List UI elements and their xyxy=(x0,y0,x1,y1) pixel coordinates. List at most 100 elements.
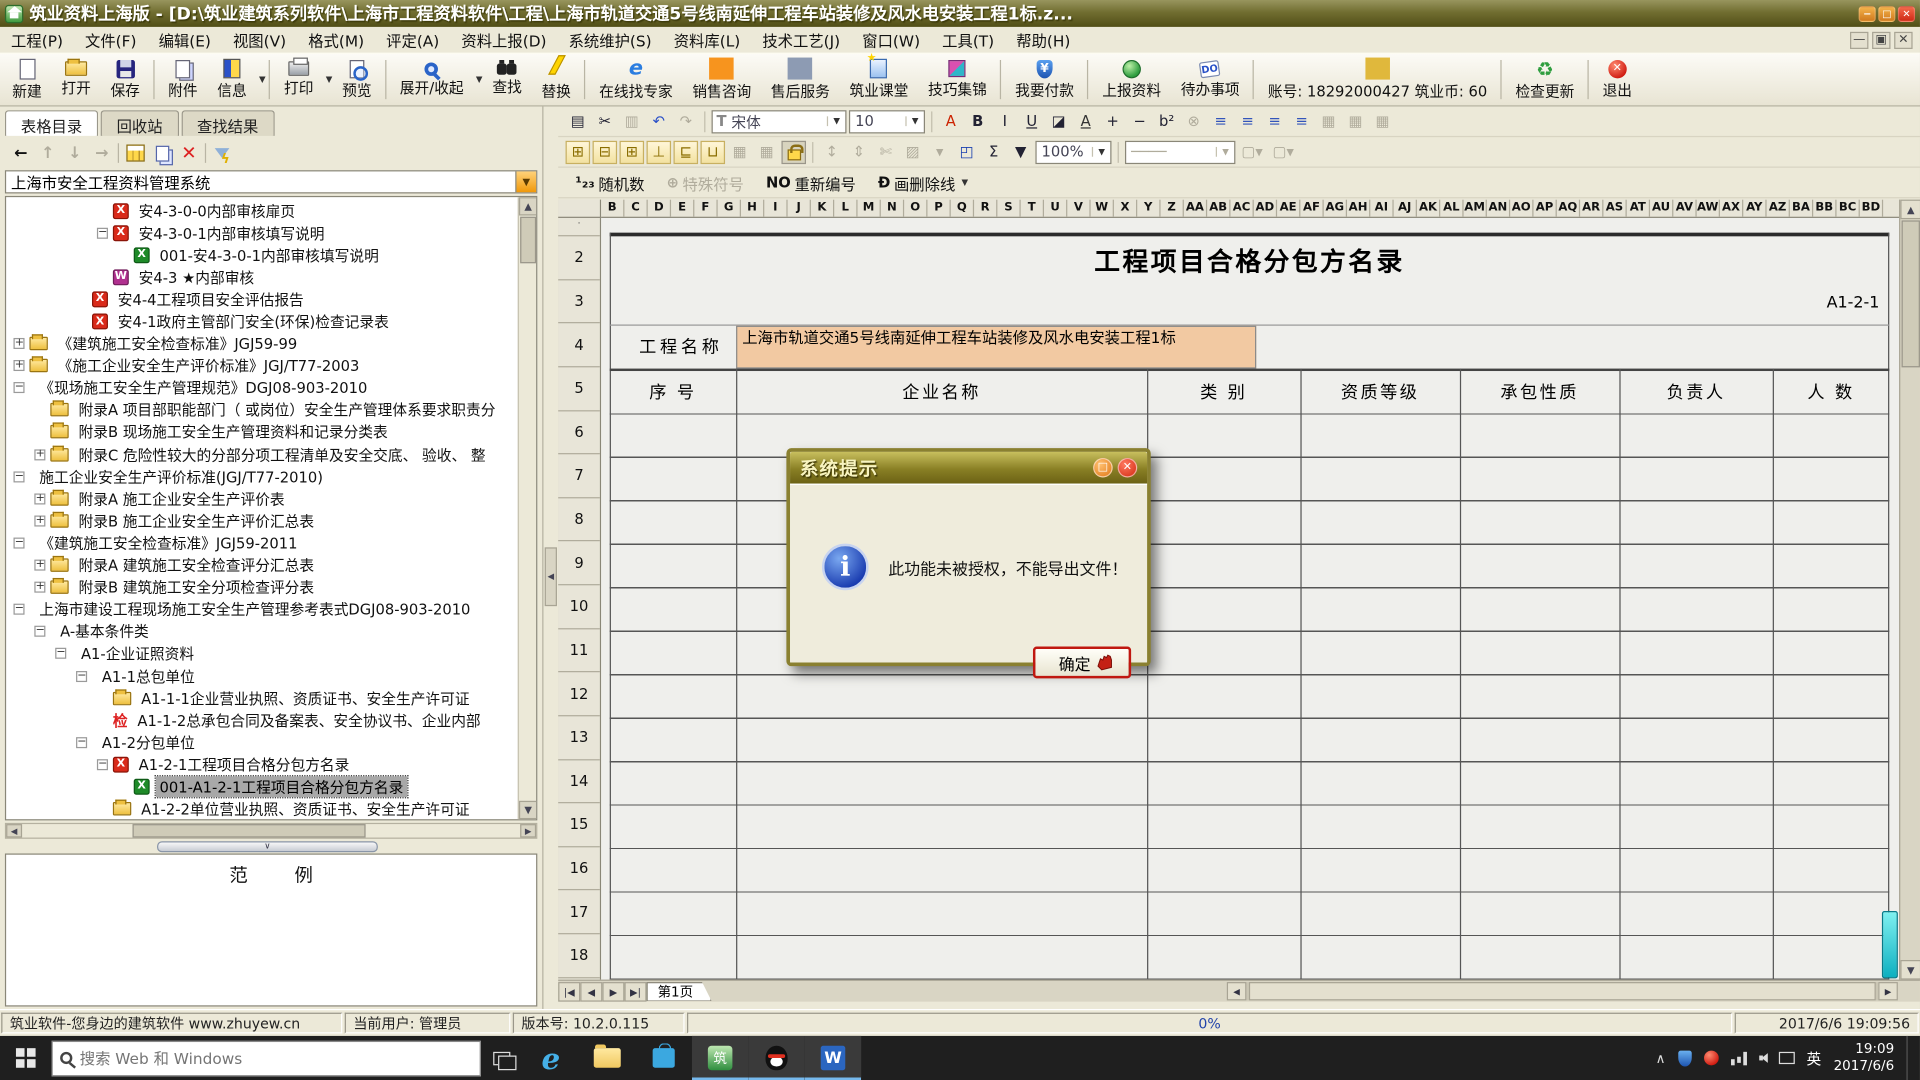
row-header-4[interactable]: 4 xyxy=(558,324,600,368)
nav-down-icon[interactable]: ↓ xyxy=(64,142,86,164)
tree-expander-icon[interactable]: − xyxy=(76,670,87,681)
tab-查找结果[interactable]: 查找结果 xyxy=(181,110,274,136)
scroll-up-icon[interactable]: ▲ xyxy=(1900,200,1920,220)
minimize-button[interactable]: − xyxy=(1859,6,1876,22)
sum-icon[interactable]: Σ xyxy=(981,140,1006,163)
font-family-select[interactable]: T 宋体 ▼ xyxy=(712,110,847,133)
merge-a-icon[interactable]: ▦ xyxy=(1316,110,1341,133)
task-view-button[interactable] xyxy=(481,1036,523,1080)
toolbar-button-binoculars[interactable]: 查找 xyxy=(483,63,532,96)
row-header-3[interactable]: 3 xyxy=(558,280,600,324)
tree-item[interactable]: X安4-4工程项目安全评估报告 xyxy=(6,288,516,310)
column-header-AD[interactable]: AD xyxy=(1254,200,1277,217)
dropdown-caret-icon[interactable]: ▼ xyxy=(476,75,483,85)
tree-item[interactable]: +附录A 施工企业安全生产评价表 xyxy=(6,488,516,510)
merge-c-icon[interactable]: ▦ xyxy=(1370,110,1395,133)
column-header-V[interactable]: V xyxy=(1067,200,1090,217)
cut-icon[interactable]: ✂ xyxy=(593,110,618,133)
table-a-icon[interactable]: ▦ xyxy=(727,140,752,163)
new-table-icon[interactable] xyxy=(124,142,146,164)
zoom-select[interactable]: 100% ▼ xyxy=(1035,140,1111,163)
display-icon[interactable] xyxy=(1778,1052,1794,1064)
column-header-AX[interactable]: AX xyxy=(1720,200,1743,217)
show-desktop-button[interactable] xyxy=(1906,1036,1912,1080)
table-b-icon[interactable]: ▦ xyxy=(754,140,779,163)
column-header-D[interactable]: D xyxy=(648,200,671,217)
menu-item[interactable]: 资料库(L) xyxy=(663,27,752,53)
circle-fx-icon[interactable]: ⊗ xyxy=(1181,110,1206,133)
fill-pattern-icon[interactable]: ▨ xyxy=(900,140,925,163)
column-header-P[interactable]: P xyxy=(927,200,950,217)
column-header-AL[interactable]: AL xyxy=(1440,200,1463,217)
paste-icon[interactable]: ▥ xyxy=(620,110,645,133)
row-header-12[interactable]: 12 xyxy=(558,673,600,717)
format-brush-icon[interactable]: ✄ xyxy=(873,140,898,163)
row-header-16[interactable]: 16 xyxy=(558,847,600,891)
taskbar-app-store[interactable] xyxy=(635,1036,691,1080)
italic-icon[interactable]: I xyxy=(992,110,1017,133)
insert-col-left-icon[interactable]: ⊞ xyxy=(566,140,591,163)
merge-down-icon[interactable]: ⊔ xyxy=(701,140,726,163)
menu-item[interactable]: 窗口(W) xyxy=(851,27,931,53)
column-header-AJ[interactable]: AJ xyxy=(1394,200,1417,217)
row-header-8[interactable]: 8 xyxy=(558,498,600,542)
column-header-AZ[interactable]: AZ xyxy=(1767,200,1790,217)
tree-expander-icon[interactable]: + xyxy=(34,582,45,593)
column-header-AW[interactable]: AW xyxy=(1697,200,1720,217)
column-header-E[interactable]: E xyxy=(671,200,694,217)
menu-item[interactable]: 帮助(H) xyxy=(1005,27,1081,53)
column-header-B[interactable]: B xyxy=(601,200,624,217)
taskbar-search[interactable] xyxy=(52,1040,481,1076)
tree-item[interactable]: −《现场施工安全生产管理规范》DGJ08-903-2010 xyxy=(6,377,516,399)
sheet-nav-button[interactable]: ▶ xyxy=(602,981,624,1001)
column-header-AC[interactable]: AC xyxy=(1230,200,1253,217)
toolbar-button-todo-badge[interactable]: DO待办事项 xyxy=(1171,61,1250,99)
tree-item[interactable]: −A-基本条件类 xyxy=(6,621,516,643)
scroll-right-icon[interactable]: ▶ xyxy=(1878,982,1898,1000)
toolbar-button-sales-person[interactable]: 销售咨询 xyxy=(683,58,762,102)
menu-item[interactable]: 工程(P) xyxy=(0,27,74,53)
delete-table-icon[interactable]: ✕ xyxy=(178,142,200,164)
tree-expander-icon[interactable]: + xyxy=(34,515,45,526)
tree-item[interactable]: +《建筑施工安全检查标准》JGJ59-99 xyxy=(6,333,516,355)
special-重新编号[interactable]: NO重新编号 xyxy=(756,171,866,194)
menu-item[interactable]: 视图(V) xyxy=(222,27,297,53)
toolbar-button-printer[interactable]: 打印 xyxy=(274,61,323,98)
toolbar-button-expand-magnifier[interactable]: 展开/收起 xyxy=(390,62,473,98)
column-header-BD[interactable]: BD xyxy=(1860,200,1883,217)
column-header-AR[interactable]: AR xyxy=(1580,200,1603,217)
row-header-15[interactable]: 15 xyxy=(558,803,600,847)
column-header-AS[interactable]: AS xyxy=(1603,200,1626,217)
scroll-left-icon[interactable]: ◀ xyxy=(1227,982,1247,1000)
search-input[interactable] xyxy=(80,1049,473,1067)
start-button[interactable] xyxy=(0,1036,52,1080)
column-header-N[interactable]: N xyxy=(881,200,904,217)
font-color-icon[interactable]: A xyxy=(939,110,964,133)
column-header-BB[interactable]: BB xyxy=(1813,200,1836,217)
toolbar-button-exit-x[interactable]: ✕退出 xyxy=(1593,59,1642,99)
system-select-dropdown-icon[interactable]: ▼ xyxy=(515,171,536,192)
tree-vertical-scrollbar[interactable]: ▲ ▼ xyxy=(518,197,536,819)
column-header-C[interactable]: C xyxy=(624,200,647,217)
align-center-icon[interactable]: ≡ xyxy=(1235,110,1260,133)
scroll-thumb[interactable] xyxy=(1902,220,1920,367)
toolbar-button-tips-books[interactable]: 技巧集锦 xyxy=(918,60,997,99)
column-header-F[interactable]: F xyxy=(694,200,717,217)
column-header-J[interactable]: J xyxy=(788,200,811,217)
toolbar-button-classroom-book[interactable]: 筑业课堂 xyxy=(840,59,919,101)
example-collapse-handle[interactable]: ∨ xyxy=(157,841,378,852)
toolbar-button-info-book[interactable]: 信息 xyxy=(207,59,256,101)
redo-icon[interactable]: ↷ xyxy=(674,110,699,133)
column-header-G[interactable]: G xyxy=(718,200,741,217)
tree-item[interactable]: X001-A1-2-1工程项目合格分包方名录 xyxy=(6,776,516,798)
tree-expander-icon[interactable]: − xyxy=(13,537,24,548)
tree-item[interactable]: A1-1-1企业营业执照、资质证书、安全生产许可证 xyxy=(6,687,516,709)
tree-item[interactable]: A1-2-2单位营业执照、资质证书、安全生产许可证 xyxy=(6,798,516,819)
insert-row-icon[interactable]: ⊟ xyxy=(593,140,618,163)
column-header-X[interactable]: X xyxy=(1114,200,1137,217)
column-header-H[interactable]: H xyxy=(741,200,764,217)
input-language-indicator[interactable]: 英 xyxy=(1807,1048,1822,1069)
row-header-stub[interactable]: · xyxy=(558,218,600,236)
mdi-restore-button[interactable]: ▣ xyxy=(1872,31,1890,48)
tree-item[interactable]: +《施工企业安全生产评价标准》JGJ/T77-2003 xyxy=(6,355,516,377)
